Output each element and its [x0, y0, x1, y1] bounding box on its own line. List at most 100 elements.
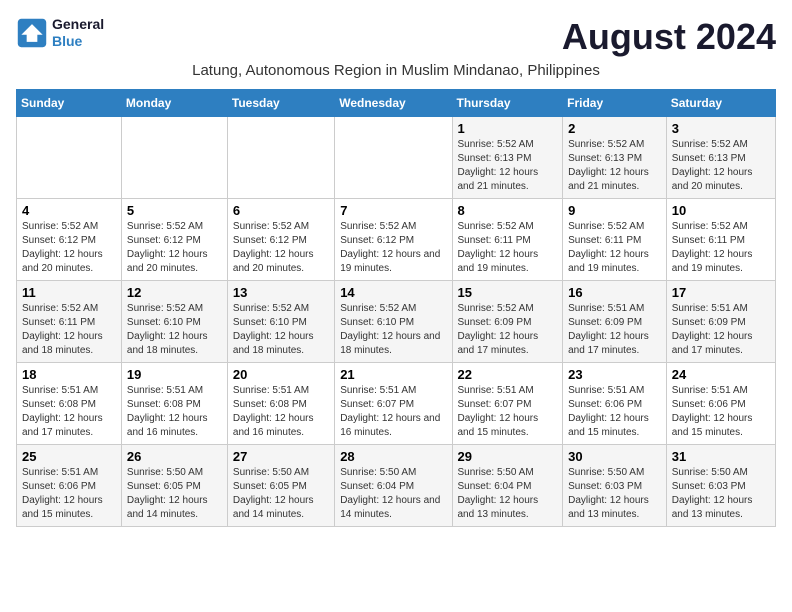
calendar-cell: 20Sunrise: 5:51 AM Sunset: 6:08 PM Dayli… — [227, 363, 334, 445]
calendar-cell: 31 Sunrise: 5:50 AM Sunset: 6:03 PM Dayli… — [666, 445, 775, 527]
calendar-cell: 26 Sunrise: 5:50 AM Sunset: 6:05 PM Dayli… — [121, 445, 227, 527]
day-info: Sunrise: 5:50 AM Sunset: 6:03 PM Dayligh… — [672, 466, 770, 522]
calendar-cell: 30 Sunrise: 5:50 AM Sunset: 6:03 PM Dayli… — [563, 445, 667, 527]
day-number: 3 — [672, 121, 770, 136]
day-number: 4 — [22, 203, 116, 218]
day-number: 2 — [568, 121, 661, 136]
day-number: 26 — [127, 449, 222, 464]
day-info: Sunrise: 5:51 AM Sunset: 6:06 PM Dayligh… — [22, 466, 116, 522]
logo-icon — [16, 17, 48, 49]
day-info: Sunrise: 5:52 AM Sunset: 6:11 PM Dayligh… — [672, 220, 770, 276]
calendar-cell: 14 Sunrise: 5:52 AM Sunset: 6:10 PM Dayli… — [335, 281, 452, 363]
calendar-cell: 1Sunrise: 5:52 AM Sunset: 6:13 PM Daylig… — [452, 117, 563, 199]
day-info: Sunrise: 5:51 AM Sunset: 6:07 PM Dayligh… — [340, 384, 446, 440]
day-info: Sunrise: 5:52 AM Sunset: 6:12 PM Dayligh… — [127, 220, 222, 276]
day-number: 9 — [568, 203, 661, 218]
calendar-cell: 29Sunrise: 5:50 AM Sunset: 6:04 PM Dayli… — [452, 445, 563, 527]
day-header-sunday: Sunday — [17, 90, 122, 117]
calendar-cell: 8Sunrise: 5:52 AM Sunset: 6:11 PM Daylig… — [452, 199, 563, 281]
page-title: August 2024 — [562, 16, 776, 58]
week-row-4: 18 Sunrise: 5:51 AM Sunset: 6:08 PM Dayli… — [17, 363, 776, 445]
day-info: Sunrise: 5:52 AM Sunset: 6:13 PM Dayligh… — [568, 138, 661, 194]
calendar-cell: 3Sunrise: 5:52 AM Sunset: 6:13 PM Daylig… — [666, 117, 775, 199]
day-number: 11 — [22, 285, 116, 300]
day-info: Sunrise: 5:50 AM Sunset: 6:04 PM Dayligh… — [340, 466, 446, 522]
day-info: Sunrise: 5:52 AM Sunset: 6:10 PM Dayligh… — [340, 302, 446, 358]
calendar-cell: 27Sunrise: 5:50 AM Sunset: 6:05 PM Dayli… — [227, 445, 334, 527]
day-number: 21 — [340, 367, 446, 382]
day-number: 30 — [568, 449, 661, 464]
day-number: 22 — [458, 367, 558, 382]
logo-line2: Blue — [52, 33, 104, 50]
day-info: Sunrise: 5:51 AM Sunset: 6:06 PM Dayligh… — [568, 384, 661, 440]
day-info: Sunrise: 5:52 AM Sunset: 6:12 PM Dayligh… — [340, 220, 446, 276]
day-info: Sunrise: 5:52 AM Sunset: 6:12 PM Dayligh… — [233, 220, 329, 276]
day-number: 5 — [127, 203, 222, 218]
calendar-cell: 12 Sunrise: 5:52 AM Sunset: 6:10 PM Dayli… — [121, 281, 227, 363]
day-number: 6 — [233, 203, 329, 218]
day-header-tuesday: Tuesday — [227, 90, 334, 117]
day-number: 29 — [458, 449, 558, 464]
day-number: 19 — [127, 367, 222, 382]
day-number: 14 — [340, 285, 446, 300]
day-header-thursday: Thursday — [452, 90, 563, 117]
day-info: Sunrise: 5:52 AM Sunset: 6:11 PM Dayligh… — [568, 220, 661, 276]
week-row-2: 4 Sunrise: 5:52 AM Sunset: 6:12 PM Daylig… — [17, 199, 776, 281]
page-subtitle: Latung, Autonomous Region in Muslim Mind… — [16, 62, 776, 79]
day-info: Sunrise: 5:52 AM Sunset: 6:09 PM Dayligh… — [458, 302, 558, 358]
day-number: 25 — [22, 449, 116, 464]
logo-line1: General — [52, 16, 104, 33]
calendar-cell: 7 Sunrise: 5:52 AM Sunset: 6:12 PM Daylig… — [335, 199, 452, 281]
day-number: 18 — [22, 367, 116, 382]
day-info: Sunrise: 5:52 AM Sunset: 6:10 PM Dayligh… — [127, 302, 222, 358]
day-number: 15 — [458, 285, 558, 300]
day-number: 7 — [340, 203, 446, 218]
week-row-1: 1Sunrise: 5:52 AM Sunset: 6:13 PM Daylig… — [17, 117, 776, 199]
calendar-cell: 9 Sunrise: 5:52 AM Sunset: 6:11 PM Daylig… — [563, 199, 667, 281]
calendar-cell: 19 Sunrise: 5:51 AM Sunset: 6:08 PM Dayli… — [121, 363, 227, 445]
day-info: Sunrise: 5:51 AM Sunset: 6:06 PM Dayligh… — [672, 384, 770, 440]
day-info: Sunrise: 5:52 AM Sunset: 6:11 PM Dayligh… — [22, 302, 116, 358]
day-header-monday: Monday — [121, 90, 227, 117]
day-info: Sunrise: 5:50 AM Sunset: 6:05 PM Dayligh… — [127, 466, 222, 522]
day-info: Sunrise: 5:50 AM Sunset: 6:05 PM Dayligh… — [233, 466, 329, 522]
day-number: 12 — [127, 285, 222, 300]
day-info: Sunrise: 5:52 AM Sunset: 6:13 PM Dayligh… — [458, 138, 558, 194]
calendar-table: SundayMondayTuesdayWednesdayThursdayFrid… — [16, 89, 776, 527]
day-number: 20 — [233, 367, 329, 382]
page-header: General Blue August 2024 — [16, 16, 776, 58]
day-info: Sunrise: 5:52 AM Sunset: 6:12 PM Dayligh… — [22, 220, 116, 276]
day-number: 16 — [568, 285, 661, 300]
day-number: 13 — [233, 285, 329, 300]
calendar-cell: 18Sunrise: 5:51 AM Sunset: 6:08 PM Dayli… — [17, 363, 122, 445]
day-info: Sunrise: 5:51 AM Sunset: 6:09 PM Dayligh… — [568, 302, 661, 358]
calendar-cell — [17, 117, 122, 199]
calendar-cell: 10Sunrise: 5:52 AM Sunset: 6:11 PM Dayli… — [666, 199, 775, 281]
calendar-cell — [227, 117, 334, 199]
day-number: 24 — [672, 367, 770, 382]
calendar-cell: 11 Sunrise: 5:52 AM Sunset: 6:11 PM Dayli… — [17, 281, 122, 363]
day-info: Sunrise: 5:51 AM Sunset: 6:07 PM Dayligh… — [458, 384, 558, 440]
calendar-cell: 16 Sunrise: 5:51 AM Sunset: 6:09 PM Dayli… — [563, 281, 667, 363]
calendar-cell: 24 Sunrise: 5:51 AM Sunset: 6:06 PM Dayli… — [666, 363, 775, 445]
calendar-cell — [335, 117, 452, 199]
day-info: Sunrise: 5:52 AM Sunset: 6:10 PM Dayligh… — [233, 302, 329, 358]
calendar-header-row: SundayMondayTuesdayWednesdayThursdayFrid… — [17, 90, 776, 117]
calendar-cell: 25 Sunrise: 5:51 AM Sunset: 6:06 PM Dayli… — [17, 445, 122, 527]
day-info: Sunrise: 5:51 AM Sunset: 6:08 PM Dayligh… — [127, 384, 222, 440]
day-info: Sunrise: 5:50 AM Sunset: 6:03 PM Dayligh… — [568, 466, 661, 522]
day-header-saturday: Saturday — [666, 90, 775, 117]
calendar-cell: 4 Sunrise: 5:52 AM Sunset: 6:12 PM Daylig… — [17, 199, 122, 281]
calendar-cell: 6 Sunrise: 5:52 AM Sunset: 6:12 PM Daylig… — [227, 199, 334, 281]
week-row-3: 11 Sunrise: 5:52 AM Sunset: 6:11 PM Dayli… — [17, 281, 776, 363]
day-number: 17 — [672, 285, 770, 300]
calendar-cell: 17Sunrise: 5:51 AM Sunset: 6:09 PM Dayli… — [666, 281, 775, 363]
calendar-cell: 28Sunrise: 5:50 AM Sunset: 6:04 PM Dayli… — [335, 445, 452, 527]
calendar-cell — [121, 117, 227, 199]
logo: General Blue — [16, 16, 104, 50]
day-number: 23 — [568, 367, 661, 382]
day-number: 31 — [672, 449, 770, 464]
week-row-5: 25 Sunrise: 5:51 AM Sunset: 6:06 PM Dayli… — [17, 445, 776, 527]
calendar-cell: 21 Sunrise: 5:51 AM Sunset: 6:07 PM Dayli… — [335, 363, 452, 445]
calendar-cell: 13 Sunrise: 5:52 AM Sunset: 6:10 PM Dayli… — [227, 281, 334, 363]
